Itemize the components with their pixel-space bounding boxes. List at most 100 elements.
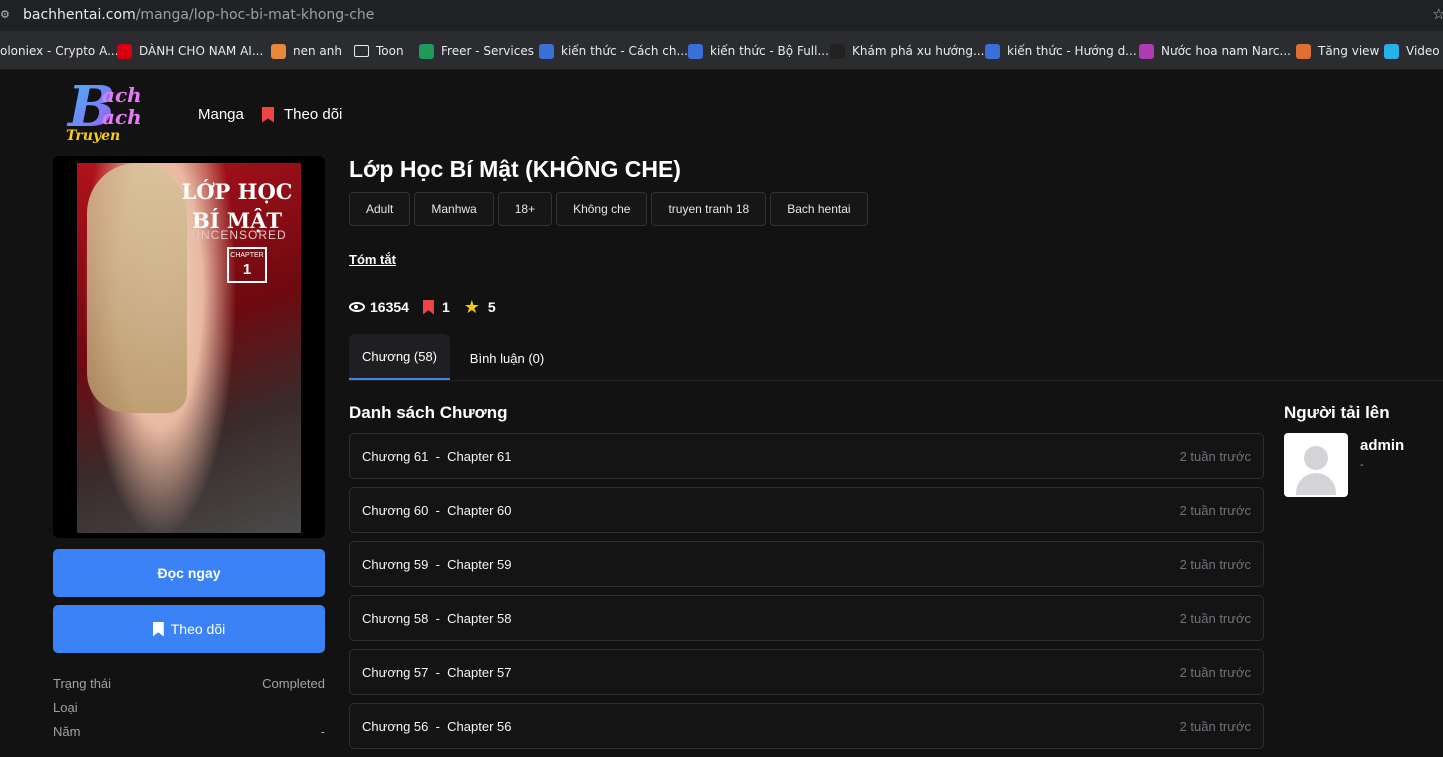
bookmark-item[interactable]: Freer - Services [419,43,534,59]
uploader-title: Người tải lên [1284,403,1390,422]
favicon-icon [539,43,554,59]
uploader-sub: - [1360,459,1364,471]
tag-khong-che[interactable]: Không che [556,192,648,226]
bookmark-icon [422,299,434,315]
meta-year-label: Năm [53,724,81,739]
favicon-icon [688,43,703,59]
bookmark-label: kiến thức - Cách ch... [561,44,688,58]
favicon-icon [1139,43,1154,59]
bookmark-item[interactable]: Toon [354,43,404,59]
follow-button-label: Theo dõi [170,621,226,637]
views-count: 16354 [370,299,409,315]
avatar[interactable] [1284,433,1348,497]
tab-chapters[interactable]: Chương (58) [349,334,450,380]
rating-stat: ★ 5 [463,297,496,317]
bookmark-item[interactable]: DÀNH CHO NAM AI... [117,43,263,59]
site-main: B ach ach Truyen Manga Theo dõi LỚP HỌC … [0,70,1443,749]
bookmark-label: DÀNH CHO NAM AI... [139,44,264,58]
favicon-icon [271,43,286,59]
chapter-row[interactable]: Chương 60 - Chapter 60 2 tuần trước [349,487,1264,533]
chapter-row[interactable]: Chương 61 - Chapter 61 2 tuần trước [349,433,1264,479]
chapter-time: 2 tuần trước [1179,664,1251,680]
url-field[interactable]: bachhentai.com/manga/lop-hoc-bi-mat-khon… [23,7,374,23]
bookmark-label: Freer - Services [441,44,534,58]
chapter-row[interactable]: Chương 59 - Chapter 59 2 tuần trước [349,541,1264,587]
chapter-name: Chương 59 - Chapter 59 [362,556,512,572]
logo-text-3: Truyen [66,128,120,144]
bookmark-item[interactable]: kiến thức - Hướng d... [985,43,1137,59]
bookmark-icon [262,106,274,123]
favicon-icon [1296,43,1311,59]
read-now-button[interactable]: Đọc ngay [53,549,325,597]
bookmark-label: Nước hoa nam Narc... [1161,44,1291,58]
tag-bach-hentai[interactable]: Bach hentai [770,192,868,226]
bookmark-icon [152,621,164,637]
bookmark-item[interactable]: Tăng view [1296,43,1379,59]
follows-count: 1 [441,299,450,315]
chapter-row[interactable]: Chương 56 - Chapter 56 2 tuần trước [349,703,1264,749]
views-stat: 16354 [349,299,409,315]
bookmark-item[interactable]: oloniex - Crypto A... [0,43,119,59]
url-path: /manga/lop-hoc-bi-mat-khong-che [135,7,375,23]
avatar-placeholder-head [1304,446,1328,470]
bookmark-item[interactable]: Nước hoa nam Narc... [1139,43,1291,59]
favicon-icon [830,43,845,59]
follows-stat: 1 [422,299,450,315]
browser-address-bar: ⚙ bachhentai.com/manga/lop-hoc-bi-mat-kh… [0,0,1443,31]
tab-bar: Chương (58) Bình luận (0) [349,334,1443,381]
cover-chapter-badge: CHAPTER 1 [227,247,267,283]
site-logo[interactable]: B ach ach Truyen [62,76,154,146]
nav-manga-link[interactable]: Manga [198,106,244,123]
stats-row: 16354 1 ★ 5 [349,297,510,317]
bookmark-star-icon[interactable]: ☆ [1432,5,1443,23]
chapter-name: Chương 56 - Chapter 56 [362,718,512,734]
chapter-time: 2 tuần trước [1179,448,1251,464]
meta-year-value: - [320,724,325,739]
cover-chapter-label: CHAPTER [230,252,264,259]
manga-cover: LỚP HỌC BÍ MẬT UNCENSORED CHAPTER 1 [53,156,325,538]
bookmark-label: kiến thức - Bộ Full... [710,44,829,58]
chapter-name: Chương 58 - Chapter 58 [362,610,512,626]
logo-text-2: ach [102,105,142,129]
follow-button[interactable]: Theo dõi [53,605,325,653]
chapter-row[interactable]: Chương 58 - Chapter 58 2 tuần trước [349,595,1264,641]
eye-icon [349,302,365,312]
tag-truyen-tranh-18[interactable]: truyen tranh 18 [651,192,767,226]
site-info-icon[interactable]: ⚙ [0,8,12,22]
tag-18plus[interactable]: 18+ [497,192,553,226]
chapter-time: 2 tuần trước [1179,610,1251,626]
bookmark-item[interactable]: Khám phá xu hướng... [830,43,984,59]
bookmark-item[interactable]: kiến thức - Cách ch... [539,43,688,59]
cover-subtitle: UNCENSORED [191,228,287,242]
chapter-name: Chương 60 - Chapter 60 [362,502,512,518]
chapter-row[interactable]: Chương 57 - Chapter 57 2 tuần trước [349,649,1264,695]
nav-follow-link[interactable]: Theo dõi [262,106,342,123]
cover-title: LỚP HỌC BÍ MẬT [181,179,293,233]
tab-comments[interactable]: Bình luận (0) [461,335,553,381]
bookmark-label: Khám phá xu hướng... [852,44,985,58]
page-title: Lớp Học Bí Mật (KHÔNG CHE) [349,156,681,182]
tag-list: Adult Manhwa 18+ Không che truyen tranh … [349,192,868,226]
chapter-time: 2 tuần trước [1179,718,1251,734]
bookmark-item[interactable]: kiến thức - Bộ Full... [688,43,829,59]
uploader-name[interactable]: admin [1360,437,1404,454]
bookmark-label: Tăng view [1318,44,1380,58]
chapter-time: 2 tuần trước [1179,556,1251,572]
favicon-icon [419,43,434,59]
meta-type-label: Loại [53,700,78,715]
chapter-time: 2 tuần trước [1179,502,1251,518]
meta-status-label: Trạng thái [53,676,112,691]
tag-manhwa[interactable]: Manhwa [414,192,494,226]
summary-link[interactable]: Tóm tắt [349,252,396,267]
chapter-list-title: Danh sách Chương [349,403,508,422]
avatar-placeholder-body [1296,473,1336,495]
bookmark-item[interactable]: nen anh [271,43,342,59]
star-icon: ★ [463,297,480,317]
favicon-icon [117,43,132,59]
bookmark-label: Toon [376,44,404,58]
url-host: bachhentai.com [23,7,136,23]
bookmark-item[interactable]: Video E [1384,43,1443,59]
favicon-icon [985,43,1000,59]
tag-adult[interactable]: Adult [349,192,411,226]
chapter-name: Chương 57 - Chapter 57 [362,664,512,680]
